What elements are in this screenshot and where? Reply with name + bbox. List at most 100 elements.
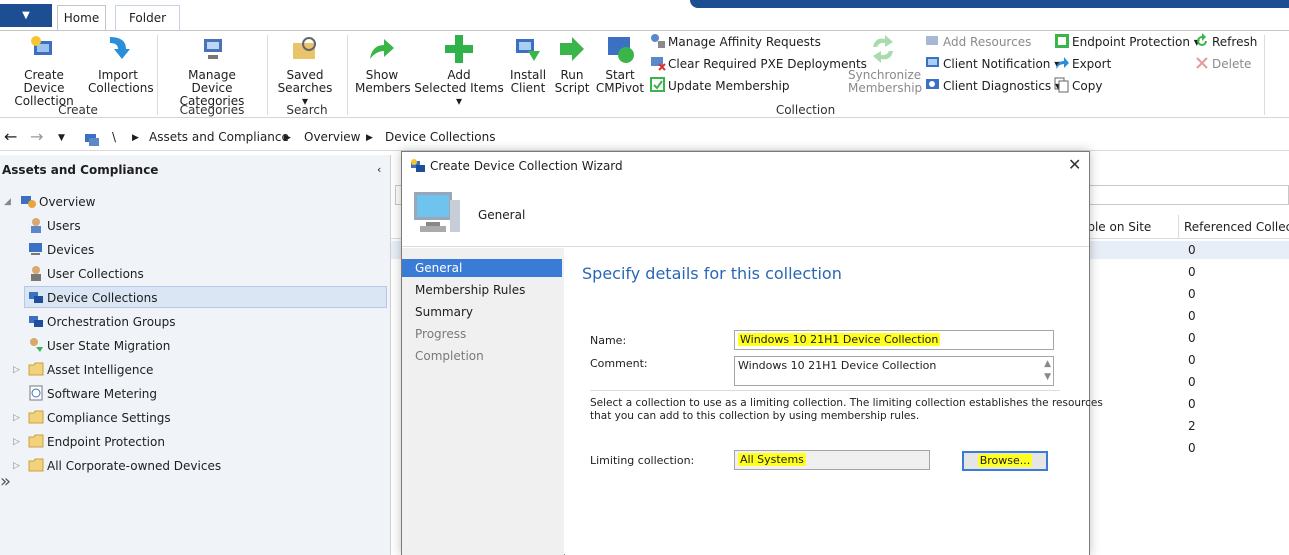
divider [590,390,1060,391]
software-metering-icon [29,385,43,401]
manage-affinity-requests-button[interactable]: Manage Affinity Requests [650,32,821,52]
navigation-pane: Assets and Compliance ‹ ◢ Overview Users… [0,155,391,555]
copy-button[interactable]: Copy [1054,76,1102,96]
saved-searches-line1: Saved [286,68,324,82]
nav-item-users[interactable]: Users [28,215,81,237]
computer-icon [414,192,460,232]
expand-workspaces-icon[interactable]: » [0,471,11,492]
nav-item-asset-intelligence[interactable]: Asset Intelligence [28,359,153,381]
tab-folder[interactable]: Folder [115,5,180,30]
folder-icon [28,410,44,424]
saved-searches-button[interactable]: Saved Searches ▾ [273,33,337,108]
wizard-header: General [402,182,1089,247]
forward-arrow-icon[interactable]: → [30,127,43,146]
nav-item-label: Compliance Settings [47,411,171,425]
refresh-button[interactable]: Refresh [1194,32,1257,52]
manage-device-categories-button[interactable]: Manage Device Categories [166,33,258,108]
user-icon [31,218,41,233]
column-referenced-collections[interactable]: Referenced Collectio [1184,220,1289,234]
expand-arrow-icon[interactable]: ◢ [4,197,11,207]
step-completion: Completion [415,349,484,363]
expand-arrow-icon[interactable]: ▷ [13,461,20,471]
nav-item-overview[interactable]: Overview [20,191,96,213]
export-button[interactable]: Export [1054,54,1111,74]
nav-item-label: Users [47,219,81,233]
synchronize-membership-button[interactable]: Synchronize Membership [848,33,922,95]
clear-pxe-deployments-button[interactable]: Clear Required PXE Deployments [650,54,867,74]
update-membership-button[interactable]: Update Membership [650,76,789,96]
client-diagnostics-button[interactable]: Client Diagnostics ▾ [925,76,1061,96]
back-arrow-icon[interactable]: ← [4,127,17,146]
start-cmpivot-button[interactable]: Start CMPivot [595,33,645,95]
nav-item-label: Software Metering [47,387,158,401]
import-arrow-icon [110,37,130,59]
run-script-button[interactable]: Run Script [553,33,591,95]
wizard-title-icon [411,159,425,172]
nav-item-devices[interactable]: Devices [28,239,94,261]
close-icon[interactable]: ✕ [1068,155,1081,174]
nav-item-user-state-migration[interactable]: User State Migration [28,335,170,357]
name-label: Name: [590,334,627,347]
nav-item-device-collections[interactable]: Device Collections [24,286,387,308]
wizard-title: Create Device Collection Wizard [430,159,623,173]
user-state-migration-icon [30,338,43,352]
comment-field[interactable]: Windows 10 21H1 Device Collection ▲ ▼ [734,356,1054,386]
overview-icon [21,196,36,208]
add-resources-button[interactable]: Add Resources [925,32,1031,52]
history-dropdown-icon[interactable]: ▼ [58,133,65,143]
collapse-pane-icon[interactable]: ‹ [377,163,381,176]
delete-button[interactable]: Delete [1194,54,1251,74]
scroll-down-icon[interactable]: ▼ [1044,368,1051,386]
breadcrumb-overview[interactable]: Overview [304,130,361,144]
nav-item-all-corporate-owned-devices[interactable]: All Corporate-owned Devices [28,455,221,477]
expand-arrow-icon[interactable]: ▷ [13,437,20,447]
browse-button[interactable]: Browse... [962,451,1048,471]
endpoint-protection-button[interactable]: Endpoint Protection ▾ [1054,32,1200,52]
nav-item-endpoint-protection[interactable]: Endpoint Protection [28,431,165,453]
column-visible-on-site[interactable]: ible on Site [1084,220,1151,234]
nav-item-user-collections[interactable]: User Collections [28,263,144,285]
step-progress: Progress [415,327,467,341]
nav-item-label: Devices [47,243,95,257]
name-field[interactable]: Windows 10 21H1 Device Collection [734,330,1054,350]
create-device-collection-button[interactable]: Create Device Collection [4,33,84,108]
limiting-collection-value: All Systems [738,453,806,466]
app-menu-button[interactable]: ▼ [0,4,52,27]
breadcrumb-assets-and-compliance[interactable]: Assets and Compliance [149,130,289,144]
breadcrumb-root[interactable]: \ [112,130,116,144]
table-cell: 0 [1188,397,1196,411]
delete-icon [1196,57,1208,69]
endpoint-protection-label: Endpoint Protection ▾ [1072,35,1200,49]
refresh-label: Refresh [1212,35,1258,49]
step-summary[interactable]: Summary [402,303,562,321]
user-collection-icon [31,266,41,281]
device-icon [29,243,42,255]
copy-icon [1054,77,1069,93]
breadcrumb-separator-icon: ▶ [132,133,139,143]
run-script-line2: Script [554,81,590,95]
breadcrumb-device-collections[interactable]: Device Collections [385,130,495,144]
nav-item-compliance-settings[interactable]: Compliance Settings [28,407,171,429]
console-root-icon [85,134,99,146]
nav-item-orchestration-groups[interactable]: Orchestration Groups [28,311,176,333]
add-selected-items-button[interactable]: Add Selected Items ▾ [414,33,504,108]
import-collections-button[interactable]: Import Collections [88,33,154,95]
create-device-collection-line1: Create Device [23,68,65,95]
clear-pxe-deployments-label: Clear Required PXE Deployments [668,57,867,71]
show-members-button[interactable]: Show Members [355,33,411,95]
nav-item-label: Orchestration Groups [47,315,176,329]
client-notification-label: Client Notification ▾ [943,57,1061,71]
step-membership-rules[interactable]: Membership Rules [402,281,562,299]
synchronize-membership-line1: Synchronize [848,68,922,82]
sync-icon [873,35,893,63]
show-members-line1: Show [365,68,399,82]
nav-item-software-metering[interactable]: Software Metering [28,383,157,405]
step-general[interactable]: General [402,259,562,277]
install-client-button[interactable]: Install Client [508,33,548,95]
expand-arrow-icon[interactable]: ▷ [13,413,20,423]
client-diagnostics-label: Client Diagnostics ▾ [943,79,1062,93]
tab-home[interactable]: Home [57,5,106,31]
nav-item-label: Device Collections [47,291,158,305]
client-notification-button[interactable]: Client Notification ▾ [925,54,1060,74]
expand-arrow-icon[interactable]: ▷ [13,365,20,375]
